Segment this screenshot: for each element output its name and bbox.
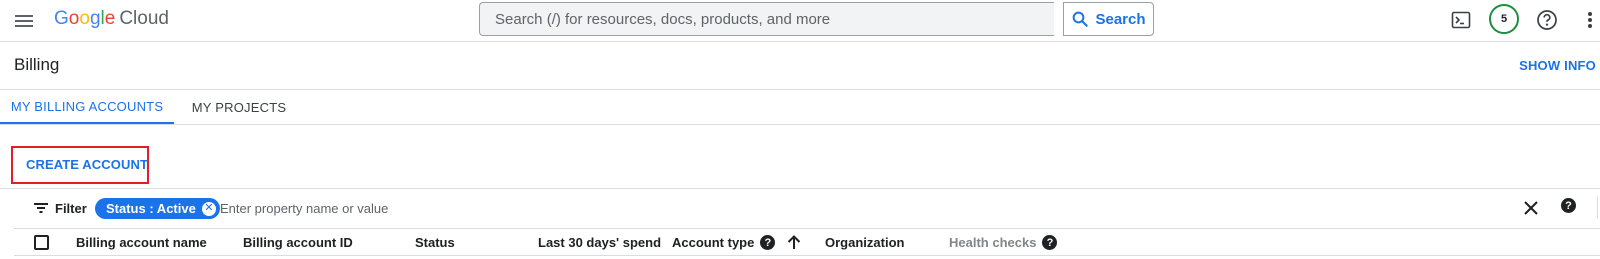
google-cloud-logo[interactable]: Google Cloud <box>54 8 169 32</box>
status-filter-chip[interactable]: Status : Active ✕ <box>95 198 220 219</box>
avatar[interactable]: 5 <box>1489 4 1519 34</box>
search-icon <box>1073 11 1089 27</box>
divider <box>14 255 1600 256</box>
show-info-button[interactable]: SHOW INFO <box>1519 58 1596 73</box>
logo-google: Google <box>54 8 116 29</box>
search-button-label: Search <box>1095 10 1146 28</box>
column-label: Billing account ID <box>243 235 353 250</box>
filter-input[interactable] <box>220 199 820 217</box>
help-icon[interactable]: ? <box>1561 198 1576 213</box>
tab-my-projects[interactable]: MY PROJECTS <box>174 90 304 124</box>
search-input[interactable] <box>480 3 1054 35</box>
logo-cloud: Cloud <box>119 8 169 29</box>
column-header-billing-account-id[interactable]: Billing account ID <box>243 235 353 250</box>
tab-my-billing-accounts[interactable]: MY BILLING ACCOUNTS <box>0 90 174 124</box>
search-button[interactable]: Search <box>1063 2 1154 36</box>
column-header-organization[interactable]: Organization <box>825 235 904 250</box>
column-label: Last 30 days' spend <box>538 235 662 250</box>
filter-button[interactable]: Filter <box>34 199 87 217</box>
terminal-icon[interactable] <box>1447 6 1475 34</box>
column-label: Account type <box>672 235 755 250</box>
divider <box>0 124 1600 125</box>
column-header-account-type[interactable]: Account type ? <box>672 235 801 250</box>
help-icon[interactable]: ? <box>1042 235 1058 250</box>
divider <box>14 228 1600 229</box>
column-header-health-checks[interactable]: Health checks ? <box>949 235 1058 250</box>
column-label: Billing account name <box>76 235 207 250</box>
chip-label: Status : Active <box>106 201 196 216</box>
top-bar: GoogleCloud Search 5 <box>0 0 1600 42</box>
divider <box>0 188 1600 189</box>
menu-icon[interactable] <box>12 9 36 33</box>
search-box <box>479 2 1054 36</box>
divider <box>1597 196 1598 218</box>
arrow-up-icon[interactable] <box>787 235 801 250</box>
clear-filter-close-icon[interactable] <box>1520 197 1542 219</box>
column-label: Organization <box>825 235 905 250</box>
filter-label: Filter <box>55 200 87 216</box>
column-label: Status <box>415 235 455 250</box>
column-header-billing-account-name[interactable]: Billing account name <box>76 235 207 250</box>
column-header-last-30-days-spend[interactable]: Last 30 days' spend <box>538 235 661 250</box>
select-all-checkbox[interactable] <box>34 235 49 250</box>
help-icon[interactable]: ? <box>760 235 776 250</box>
column-label: Health checks <box>949 235 1037 250</box>
column-header-status[interactable]: Status <box>415 235 455 250</box>
more-vert-icon[interactable] <box>1576 6 1600 34</box>
close-icon[interactable]: ✕ <box>201 201 216 216</box>
filter-icon <box>34 203 48 213</box>
page-title: Billing <box>14 55 60 74</box>
create-account-button[interactable]: CREATE ACCOUNT <box>26 157 148 172</box>
help-circle-icon[interactable] <box>1533 6 1561 34</box>
